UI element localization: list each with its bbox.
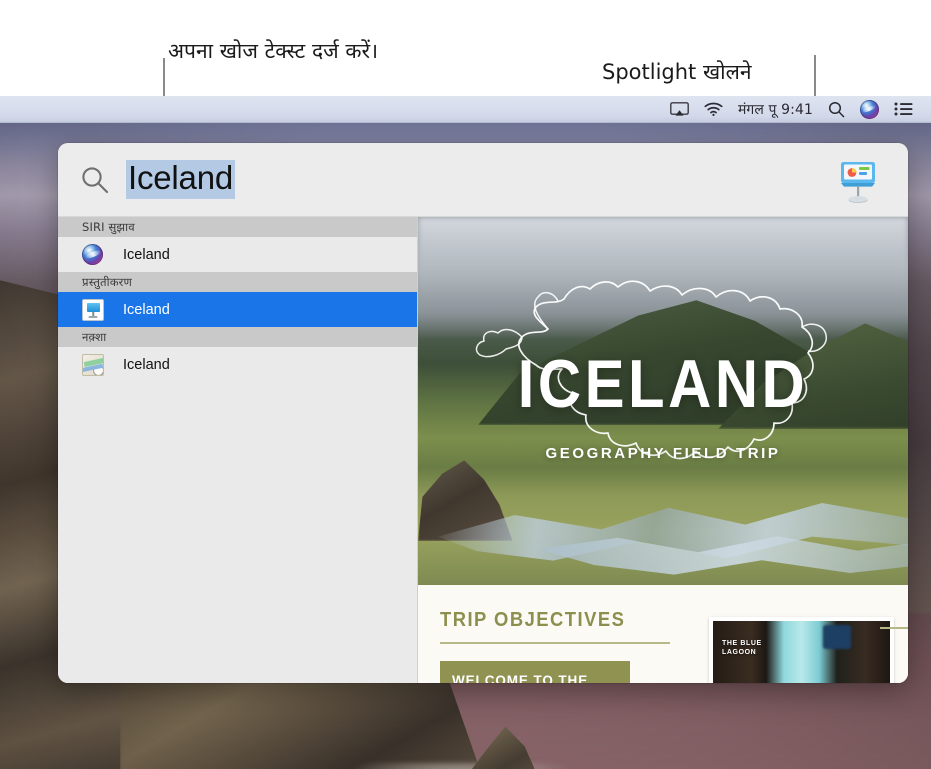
wifi-icon[interactable] [704,96,723,122]
airplay-icon[interactable] [670,96,689,122]
screenshot-root: अपना खोज टेक्स्ट दर्ज करें। Spotlight खो… [0,0,931,769]
slide-hero-photo: ICELAND GEOGRAPHY FIELD TRIP [418,217,908,585]
spotlight-search-row[interactable]: Iceland [58,143,908,217]
annotation-open-spotlight-line1: Spotlight खोलने [602,59,752,84]
search-input-value: Iceland [126,160,236,199]
spotlight-window: Iceland SIRI सुझाव Iceland प्रस्तुतीकरण … [58,143,908,683]
search-icon [80,165,110,195]
slide-subtitle: GEOGRAPHY FIELD TRIP [545,445,781,462]
result-group-header-siri: SIRI सुझाव [58,217,417,237]
spotlight-body: SIRI सुझाव Iceland प्रस्तुतीकरण Iceland [58,217,908,683]
objectives-divider [440,642,670,644]
blue-lagoon-thumbnail: THE BLUE LAGOON [709,617,894,683]
objectives-divider-right [880,627,908,629]
spotlight-preview-pane[interactable]: ICELAND GEOGRAPHY FIELD TRIP TRIP OBJECT… [418,217,908,683]
search-input[interactable]: Iceland [126,143,832,216]
lagoon-deep-water [822,625,852,650]
result-group-header-presentation: प्रस्तुतीकरण [58,272,417,292]
blue-lagoon-label: THE BLUE LAGOON [722,640,762,657]
result-row-siri-iceland[interactable]: Iceland [58,237,417,272]
keynote-document-icon [82,298,104,321]
siri-icon[interactable] [860,96,879,122]
spotlight-search-icon[interactable] [828,96,845,122]
menu-bar-clock[interactable]: मंगल पू 9:41 [738,96,813,122]
annotation-search-text: अपना खोज टेक्स्ट दर्ज करें। [168,39,379,63]
welcome-callout: WELCOME TO THE LAND OF FIRE AND ICE [440,660,630,683]
result-row-map-iceland[interactable]: Iceland [58,347,417,382]
objectives-heading: TRIP OBJECTIVES [440,609,626,631]
result-label: Iceland [123,246,170,263]
result-row-presentation-iceland[interactable]: Iceland [58,292,417,327]
spotlight-results-sidebar: SIRI सुझाव Iceland प्रस्तुतीकरण Iceland [58,217,418,683]
result-label: Iceland [123,301,170,318]
control-center-icon[interactable] [894,96,913,122]
menu-bar: मंगल पू 9:41 [0,96,931,123]
slide-lower-section: TRIP OBJECTIVES WELCOME TO THE LAND OF F… [418,585,908,683]
annotation-leader-line-right [814,55,816,100]
keynote-app-icon [832,153,884,207]
result-label: Iceland [123,356,170,373]
result-group-header-map: नक़्शा [58,327,417,347]
maps-icon [82,353,104,376]
blue-lagoon-photo: THE BLUE LAGOON [713,621,890,683]
objectives-left-column: TRIP OBJECTIVES WELCOME TO THE LAND OF F… [440,609,689,683]
objectives-row: TRIP OBJECTIVES WELCOME TO THE LAND OF F… [418,609,908,683]
slide-title: ICELAND [517,346,809,422]
siri-icon [82,243,104,266]
